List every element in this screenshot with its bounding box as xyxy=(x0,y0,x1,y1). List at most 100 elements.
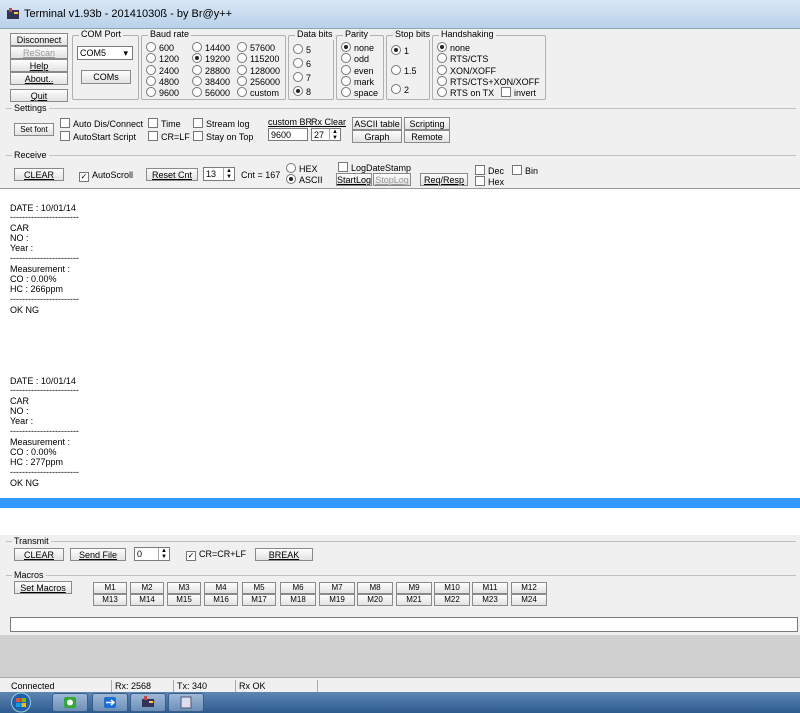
remote-button[interactable]: Remote xyxy=(404,130,450,143)
reset-cnt-button[interactable]: Reset Cnt xyxy=(146,168,198,181)
macro-button-m2[interactable]: M2 xyxy=(130,582,164,594)
baud-56000-label: 56000 xyxy=(205,88,231,98)
baud-19200-radio[interactable]: 19200 xyxy=(192,53,230,65)
windows-start-icon[interactable] xyxy=(10,692,32,713)
macro-button-m23[interactable]: M23 xyxy=(472,594,508,606)
send-file-button[interactable]: Send File xyxy=(70,548,126,561)
time-checkbox[interactable]: Time xyxy=(148,118,181,130)
com-port-select[interactable]: COM5 ▾ xyxy=(77,46,133,60)
hex-checkbox[interactable]: Hex xyxy=(475,176,504,188)
data-bits-6-label: 6 xyxy=(306,59,312,69)
taskbar-app-green[interactable] xyxy=(52,693,88,712)
receive-clear-button[interactable]: CLEAR xyxy=(14,168,64,181)
transmit-stepper[interactable]: 0 ▲ ▼ xyxy=(134,547,170,561)
stop-bits-2-radio[interactable]: 2 xyxy=(391,84,409,96)
cr-crlf-checkbox[interactable]: ✓ CR=CR+LF xyxy=(186,549,246,561)
graph-button[interactable]: Graph xyxy=(352,130,402,143)
macro-button-m24[interactable]: M24 xyxy=(511,594,547,606)
stop-bits-1-radio[interactable]: 1 xyxy=(391,45,409,57)
macro-button-m10[interactable]: M10 xyxy=(434,582,470,594)
baud-custom-label: custom xyxy=(250,88,280,98)
handshake-rts-cts-radio[interactable]: RTS/CTS xyxy=(437,53,488,65)
autostart-script-checkbox[interactable]: AutoStart Script xyxy=(60,131,136,143)
macro-button-m15[interactable]: M15 xyxy=(167,594,201,606)
about-button[interactable]: About.. xyxy=(10,72,68,85)
taskbar-app-terminal[interactable] xyxy=(130,693,166,712)
rescan-button[interactable]: ReScan xyxy=(10,46,68,59)
start-log-button[interactable]: StartLog xyxy=(336,173,372,186)
cnt-stepper[interactable]: 13 ▲ ▼ xyxy=(203,167,235,181)
quit-button[interactable]: Quit xyxy=(10,89,68,102)
coms-button[interactable]: COMs xyxy=(81,70,131,84)
stop-log-button[interactable]: StopLog xyxy=(373,173,411,186)
break-button[interactable]: BREAK xyxy=(255,548,313,561)
stay-on-top-checkbox[interactable]: Stay on Top xyxy=(193,131,253,143)
help-button[interactable]: Help xyxy=(10,59,68,72)
macro-button-m4[interactable]: M4 xyxy=(204,582,238,594)
macro-button-m19[interactable]: M19 xyxy=(319,594,355,606)
macro-button-m6[interactable]: M6 xyxy=(280,582,316,594)
stop-bits-1-5-radio[interactable]: 1.5 xyxy=(391,65,417,77)
macro-button-m8[interactable]: M8 xyxy=(357,582,393,594)
bin-checkbox[interactable]: Bin xyxy=(512,165,538,177)
macro-button-m21[interactable]: M21 xyxy=(396,594,432,606)
checkbox-icon xyxy=(512,165,522,175)
macro-button-m13[interactable]: M13 xyxy=(93,594,127,606)
ascii-table-button[interactable]: ASCII table xyxy=(352,117,402,130)
data-bits-6-radio[interactable]: 6 xyxy=(293,58,311,70)
radio-icon xyxy=(437,53,447,63)
set-macros-button[interactable]: Set Macros xyxy=(14,581,72,594)
receive-text-area-bottom[interactable] xyxy=(0,508,800,535)
baud-9600-radio[interactable]: 9600 xyxy=(146,87,179,99)
autoscroll-checkbox[interactable]: ✓ AutoScroll xyxy=(79,170,133,182)
macro-button-m18[interactable]: M18 xyxy=(280,594,316,606)
scripting-button[interactable]: Scripting xyxy=(404,117,450,130)
rx-clear-stepper[interactable]: 27 ▲ ▼ xyxy=(311,128,341,141)
parity-space-radio[interactable]: space xyxy=(341,87,378,99)
macro-button-m11[interactable]: M11 xyxy=(472,582,508,594)
transmit-clear-button[interactable]: CLEAR xyxy=(14,548,64,561)
data-bits-8-radio[interactable]: 8 xyxy=(293,86,311,98)
spin-arrows-icon[interactable]: ▲ ▼ xyxy=(158,548,169,560)
auto-dis-connect-checkbox[interactable]: Auto Dis/Connect xyxy=(60,118,143,130)
macro-button-m5[interactable]: M5 xyxy=(242,582,276,594)
baud-115200-radio[interactable]: 115200 xyxy=(237,53,279,65)
taskbar-app-teamviewer[interactable] xyxy=(92,693,128,712)
set-font-button[interactable]: Set font xyxy=(14,123,54,136)
custom-br-input[interactable]: 9600 xyxy=(268,128,308,141)
data-bits-7-radio[interactable]: 7 xyxy=(293,72,311,84)
transmit-history-area[interactable] xyxy=(0,635,800,677)
spin-arrows-icon[interactable]: ▲ ▼ xyxy=(329,129,340,141)
transmit-input[interactable] xyxy=(10,617,798,632)
cr-lf-checkbox[interactable]: CR=LF xyxy=(148,131,190,143)
macro-button-m7[interactable]: M7 xyxy=(319,582,355,594)
macro-button-m14[interactable]: M14 xyxy=(130,594,164,606)
receive-line: CO : 0.00% xyxy=(10,274,57,284)
receive-text-area[interactable]: DATE : 10/01/14 ----------------------- … xyxy=(0,188,800,499)
disconnect-button[interactable]: Disconnect xyxy=(10,33,68,46)
macro-button-m20[interactable]: M20 xyxy=(357,594,393,606)
baud-custom-radio[interactable]: custom xyxy=(237,87,279,99)
macro-button-m22[interactable]: M22 xyxy=(434,594,470,606)
data-bits-5-radio[interactable]: 5 xyxy=(293,44,311,56)
taskbar-app-window[interactable] xyxy=(168,693,204,712)
stream-log-checkbox[interactable]: Stream log xyxy=(193,118,250,130)
spin-arrows-icon[interactable]: ▲ ▼ xyxy=(223,168,234,180)
parity-odd-radio[interactable]: odd xyxy=(341,53,369,65)
macro-button-m9[interactable]: M9 xyxy=(396,582,432,594)
macro-button-m12[interactable]: M12 xyxy=(511,582,547,594)
radio-icon xyxy=(293,44,303,54)
macro-button-m3[interactable]: M3 xyxy=(167,582,201,594)
macro-button-m16[interactable]: M16 xyxy=(204,594,238,606)
receive-line: ----------------------- xyxy=(10,385,79,395)
ascii-radio[interactable]: ASCII xyxy=(286,174,323,186)
invert-checkbox[interactable]: invert xyxy=(501,87,536,99)
baud-56000-radio[interactable]: 56000 xyxy=(192,87,230,99)
req-resp-button[interactable]: Req/Resp xyxy=(420,173,468,186)
macro-button-m17[interactable]: M17 xyxy=(242,594,276,606)
radio-icon xyxy=(391,84,401,94)
macro-button-m1[interactable]: M1 xyxy=(93,582,127,594)
baud-1200-radio[interactable]: 1200 xyxy=(146,53,179,65)
handshake-rts-on-tx-radio[interactable]: RTS on TX xyxy=(437,87,494,99)
chevron-down-icon[interactable]: ▾ xyxy=(123,47,128,59)
